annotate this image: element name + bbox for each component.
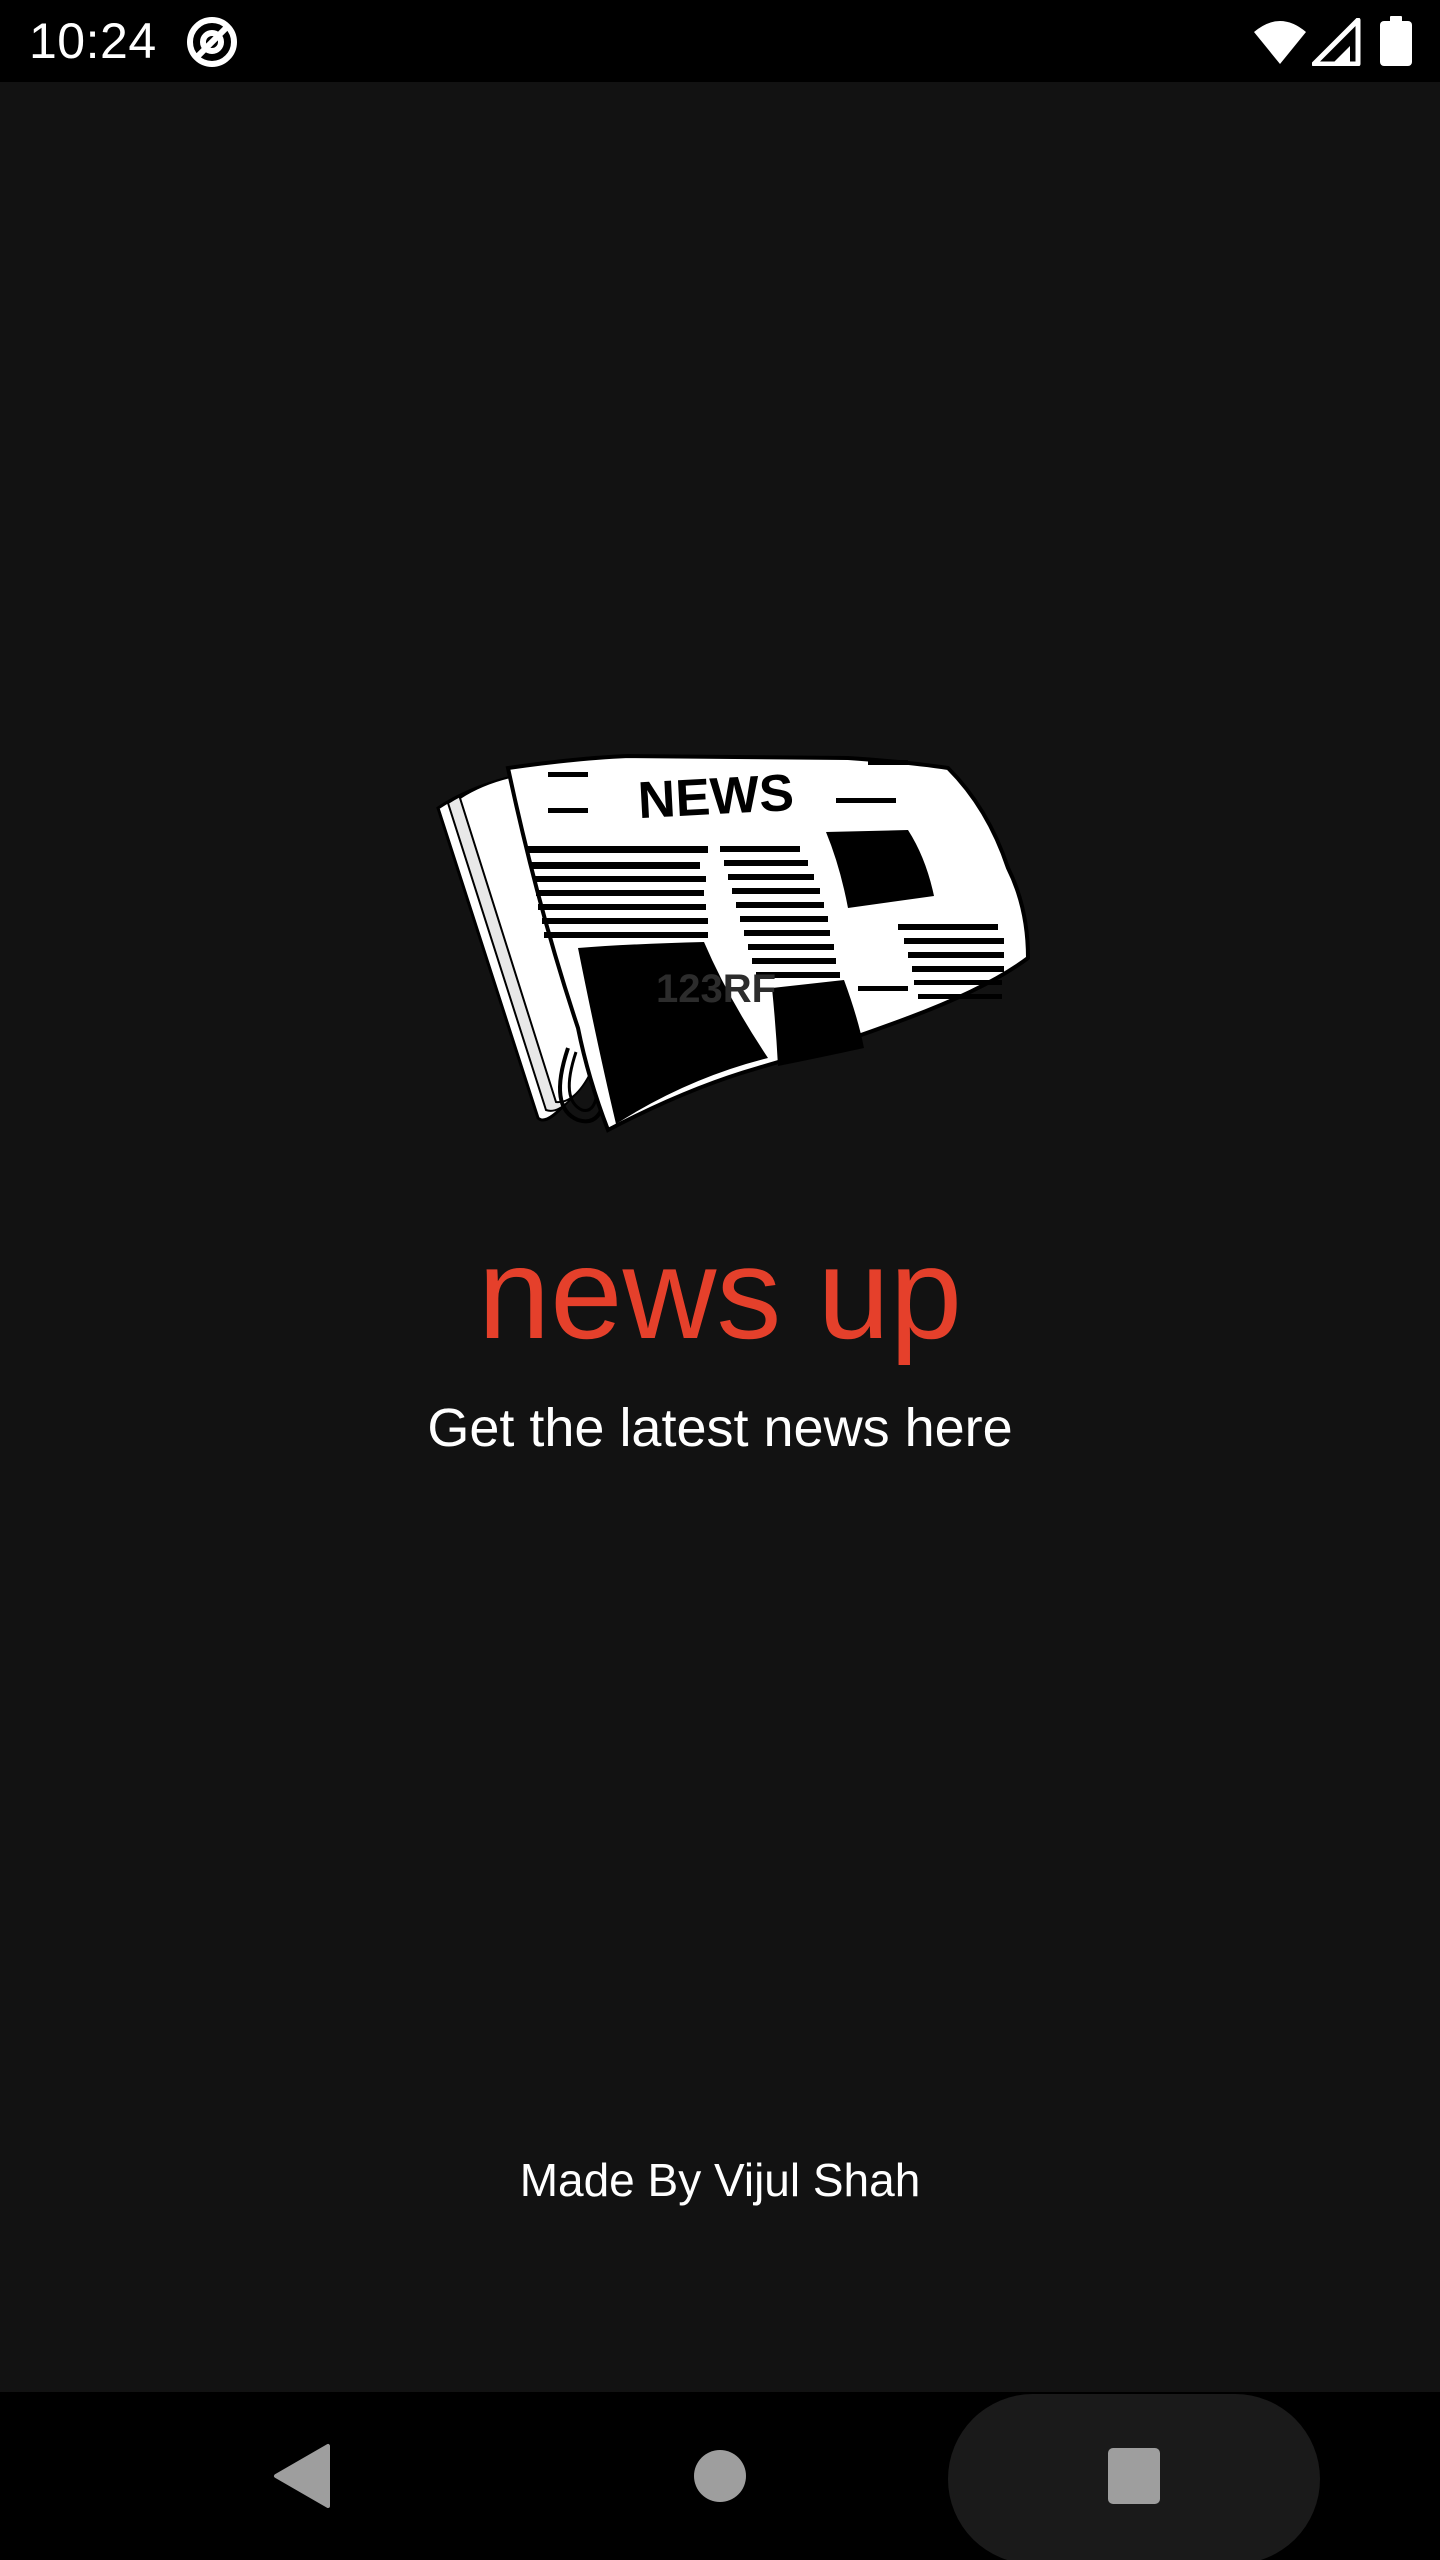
credit-text: Made By Vijul Shah (519, 2154, 921, 2206)
app-title: news up (477, 1220, 963, 1366)
at-sign-icon (187, 17, 237, 67)
navigation-bar (0, 2392, 1440, 2560)
newspaper-logo: NEWS 123RF (428, 748, 1034, 1134)
recents-icon[interactable] (1108, 2448, 1160, 2504)
splash-screen: 10:24 NEWS 123RF news up Get the latest … (0, 0, 1440, 2560)
newspaper-icon: NEWS 123RF (436, 753, 1031, 1133)
battery-icon (1380, 16, 1412, 66)
status-time: 10:24 (29, 13, 157, 69)
wifi-icon (1254, 21, 1306, 64)
back-icon[interactable] (270, 2442, 334, 2510)
logo-headline-text: NEWS (636, 764, 795, 830)
cellular-signal-icon (1312, 18, 1361, 66)
home-icon[interactable] (694, 2450, 746, 2502)
logo-watermark-text: 123RF (656, 967, 776, 1011)
status-bar: 10:24 (0, 0, 1440, 82)
app-subtitle: Get the latest news here (427, 1398, 1013, 1458)
